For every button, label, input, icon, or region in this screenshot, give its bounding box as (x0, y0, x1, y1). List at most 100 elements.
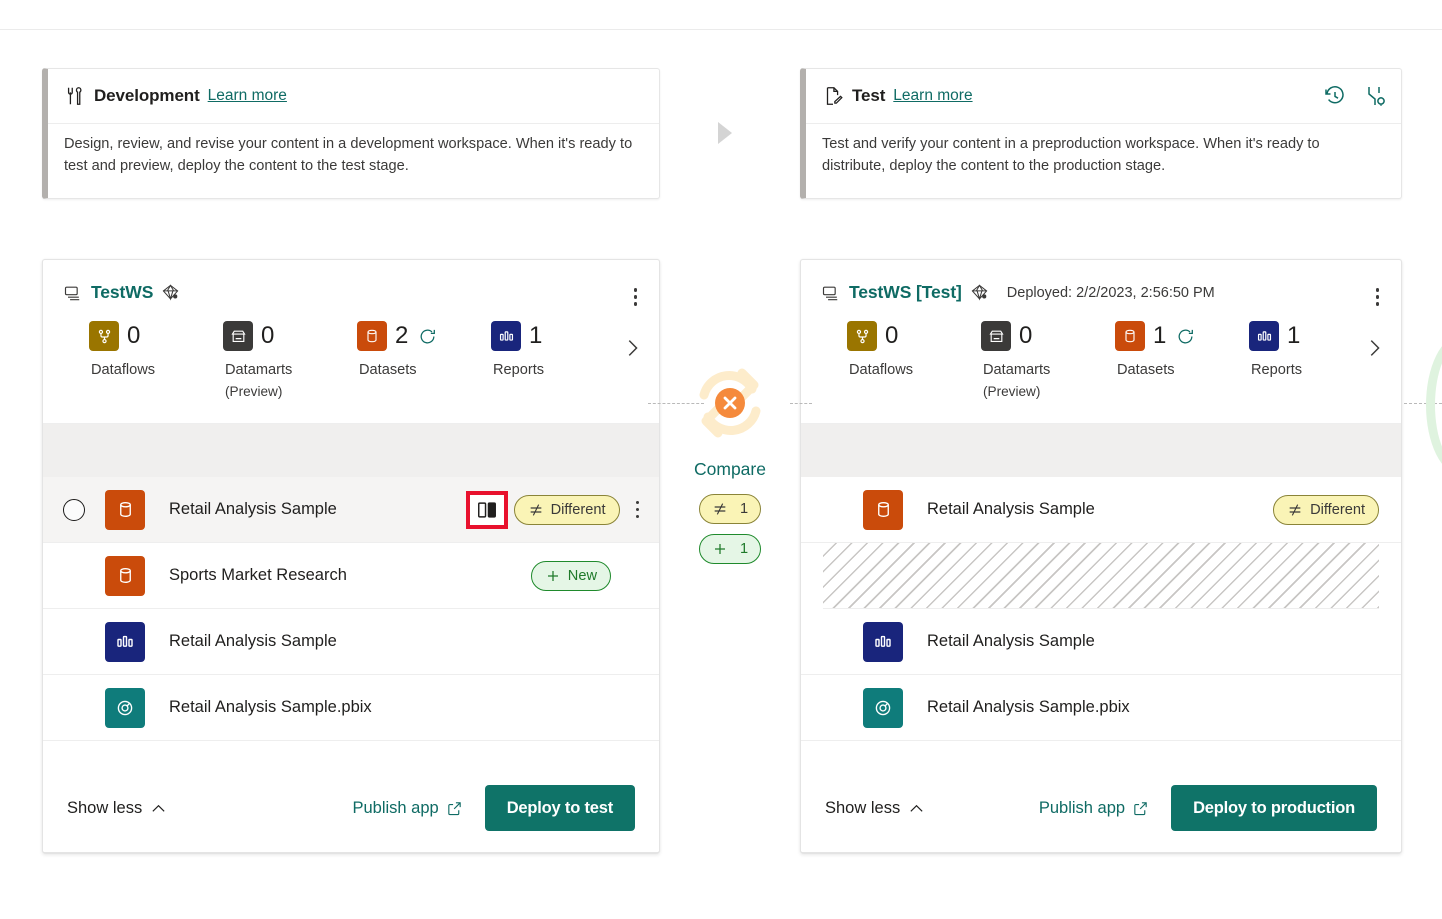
compare-new-badge: 1 (699, 534, 761, 564)
list-item[interactable]: Retail Analysis Sample.pbix (43, 675, 659, 741)
stats-next-chevron-icon[interactable] (621, 337, 643, 364)
chevron-up-icon (908, 800, 925, 817)
stat-label-text: Datamarts (225, 362, 292, 378)
stat-label: Datamarts (Preview) (981, 360, 1050, 402)
compare-different-badge: 1 (699, 494, 761, 524)
stage-header-development: Development Learn more (48, 69, 659, 124)
publish-app-button[interactable]: Publish app (1039, 799, 1149, 818)
refresh-icon[interactable] (1176, 327, 1195, 346)
workspace-card-test: TestWS [Test] Deployed: 2/2/2023, 2:56:5… (800, 259, 1402, 853)
stage-description-development: Design, review, and revise your content … (48, 124, 659, 178)
status-badge: New (531, 561, 611, 591)
datamart-icon (981, 321, 1011, 351)
stat-reports[interactable]: 1 Reports (491, 321, 625, 382)
stage-title: Test (852, 86, 885, 106)
report-icon (105, 622, 145, 662)
learn-more-link-test[interactable]: Learn more (893, 87, 972, 105)
stage-header-test: Test Learn more (806, 69, 1401, 124)
stat-count: 0 (127, 324, 140, 348)
dataset-icon (1115, 321, 1145, 351)
stage-card-test: Test Learn more (800, 68, 1402, 199)
chevron-up-icon (150, 800, 167, 817)
not-equal-icon (712, 501, 728, 517)
publish-app-label: Publish app (1039, 799, 1125, 818)
stage-description-test: Test and verify your content in a prepro… (806, 124, 1401, 178)
stat-count: 1 (529, 324, 542, 348)
stat-dataflows[interactable]: 0 Dataflows (847, 321, 981, 382)
show-less-button[interactable]: Show less (825, 799, 925, 818)
learn-more-link-development[interactable]: Learn more (208, 87, 287, 105)
report-icon (1249, 321, 1279, 351)
workspace-name[interactable]: TestWS [Test] (849, 282, 962, 303)
stat-label: Reports (491, 360, 544, 382)
stat-datasets[interactable]: 1 Datasets (1115, 321, 1249, 382)
stage-actions (1323, 84, 1387, 108)
wrench-screwdriver-icon (64, 85, 86, 107)
stat-label: Datamarts (Preview) (223, 360, 292, 402)
compare-badges: 1 1 (699, 494, 761, 564)
item-name: Retail Analysis Sample (927, 500, 1095, 519)
item-name: Retail Analysis Sample (927, 632, 1095, 651)
list-item[interactable]: Retail Analysis Sample (43, 609, 659, 675)
list-item[interactable]: Retail Analysis Sample (43, 477, 659, 543)
publish-app-button[interactable]: Publish app (352, 799, 462, 818)
status-badge-label: New (568, 568, 597, 584)
workspace-toolbar-band (801, 423, 1401, 477)
show-less-label: Show less (67, 799, 142, 818)
stat-label-text: Datamarts (983, 362, 1050, 378)
list-item[interactable]: Retail Analysis Sample (801, 609, 1401, 675)
stage-card-development: Development Learn more Design, review, a… (42, 68, 660, 199)
dataset-icon (357, 321, 387, 351)
list-item[interactable]: Retail Analysis Sample.pbix (801, 675, 1401, 741)
dataflow-icon (89, 321, 119, 351)
status-badge: Different (514, 495, 620, 525)
not-equal-icon (1287, 502, 1303, 518)
workspace-footer-development: Show less Publish app (43, 764, 659, 852)
stat-label: Dataflows (89, 360, 155, 382)
workspace-stack-icon (821, 283, 841, 303)
item-more-options-button[interactable] (630, 497, 646, 523)
deploy-to-production-button[interactable]: Deploy to production (1171, 785, 1377, 831)
dataflow-icon (847, 321, 877, 351)
item-row-actions: Different (1273, 495, 1401, 525)
dataset-icon (863, 490, 903, 530)
show-less-label: Show less (825, 799, 900, 818)
workspace-stats-development: 0 Dataflows 0 Datamarts (43, 303, 659, 423)
footer-actions: Publish app Deploy to production (1039, 785, 1377, 831)
stats-next-chevron-icon[interactable] (1363, 337, 1385, 364)
stat-datamarts[interactable]: 0 Datamarts (Preview) (981, 321, 1115, 402)
report-icon (863, 622, 903, 662)
deployment-pipeline-page: Development Learn more Design, review, a… (0, 0, 1442, 919)
stat-label: Datasets (357, 360, 417, 382)
datamart-icon (223, 321, 253, 351)
publish-app-label: Publish app (352, 799, 438, 818)
workspace-footer-test: Show less Publish app (801, 764, 1401, 852)
next-stage-arc (1426, 335, 1442, 475)
stat-datamarts[interactable]: 0 Datamarts (Preview) (223, 321, 357, 402)
list-item[interactable]: Retail Analysis Sample Different (801, 477, 1401, 543)
footer-actions: Publish app Deploy to test (352, 785, 635, 831)
refresh-icon[interactable] (418, 327, 437, 346)
plus-icon (712, 541, 728, 557)
not-equal-icon (528, 502, 544, 518)
deployment-rules-icon[interactable] (1363, 84, 1387, 108)
workspace-stack-icon (63, 283, 83, 303)
workspace-name[interactable]: TestWS (91, 282, 153, 303)
stat-dataflows[interactable]: 0 Dataflows (89, 321, 223, 382)
stat-datasets[interactable]: 2 Datasets (357, 321, 491, 382)
item-row-actions: Different (470, 495, 659, 525)
deploy-to-test-button[interactable]: Deploy to test (485, 785, 635, 831)
workspace-name-row: TestWS [Test] Deployed: 2/2/2023, 2:56:5… (821, 282, 1383, 303)
top-divider (0, 29, 1442, 30)
compare-side-by-side-icon[interactable] (470, 495, 504, 525)
deployment-history-icon[interactable] (1323, 84, 1347, 108)
dataset-icon (105, 490, 145, 530)
item-name: Sports Market Research (169, 566, 347, 585)
compare-label[interactable]: Compare (694, 459, 766, 480)
item-radio-button[interactable] (63, 499, 85, 521)
compare-refresh-x-icon[interactable] (682, 355, 778, 451)
show-less-button[interactable]: Show less (67, 799, 167, 818)
stat-label: Datasets (1115, 360, 1175, 382)
list-item[interactable]: Sports Market Research New (43, 543, 659, 609)
pbix-gauge-icon (863, 688, 903, 728)
